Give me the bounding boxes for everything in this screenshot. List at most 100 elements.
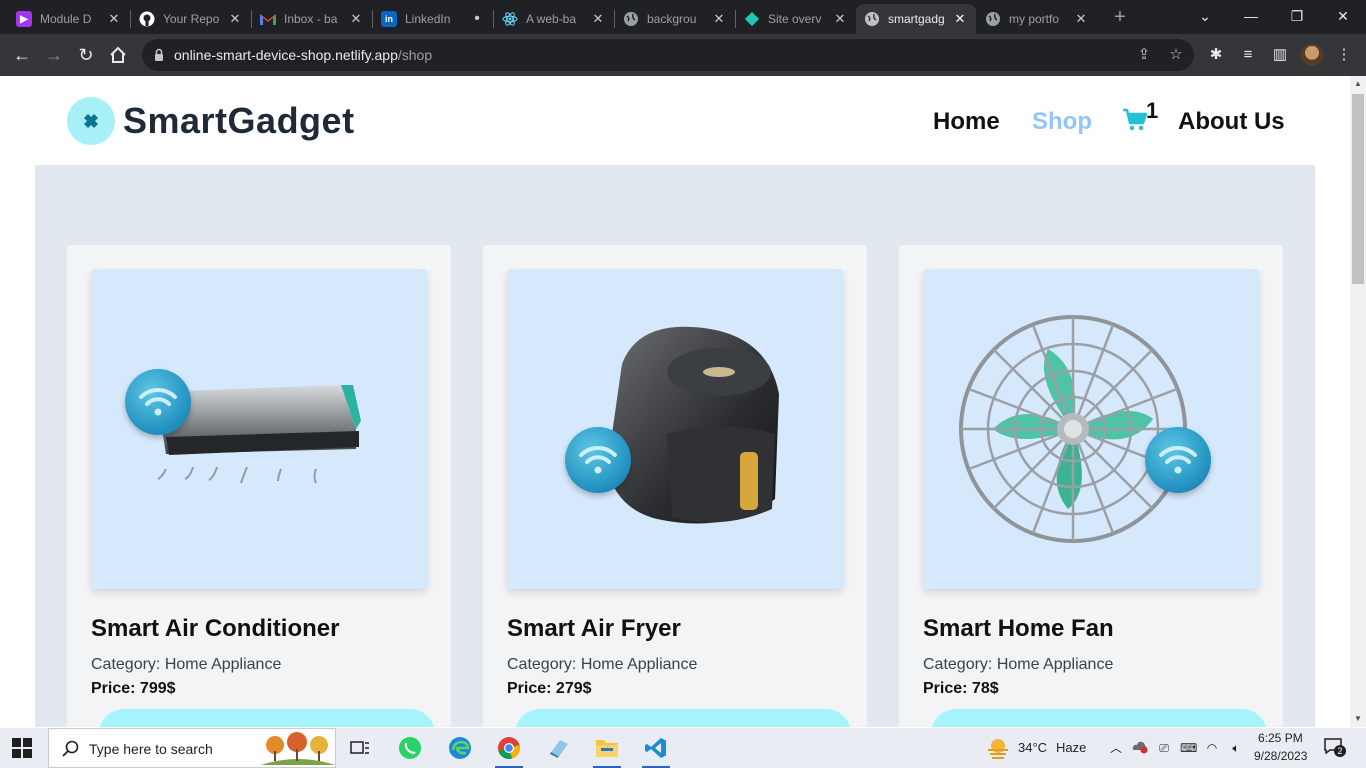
share-icon[interactable]: ⇪ (1134, 46, 1154, 64)
bookmark-star-icon[interactable]: ☆ (1166, 46, 1186, 64)
add-to-cart-button[interactable] (515, 709, 851, 727)
profile-avatar[interactable] (1301, 44, 1323, 66)
logo-icon[interactable] (67, 97, 115, 145)
browser-tab-active[interactable]: smartgadg ✕ (856, 4, 976, 34)
brand-name[interactable]: SmartGadget (123, 100, 355, 142)
search-icon (62, 740, 79, 757)
task-view-icon[interactable] (340, 732, 380, 764)
home-icon[interactable] (104, 41, 132, 69)
clock-time[interactable]: 6:25 PM (1258, 731, 1303, 745)
wifi-network-icon[interactable]: ◠ (1204, 740, 1220, 756)
weather-haze-icon[interactable] (986, 737, 1010, 759)
weather-text[interactable]: Haze (1056, 740, 1086, 755)
add-to-cart-button[interactable] (931, 709, 1267, 727)
fan-image (923, 269, 1259, 589)
scrollbar-thumb[interactable] (1352, 94, 1364, 284)
edge-icon[interactable] (440, 732, 480, 764)
whatsapp-icon[interactable] (390, 732, 430, 764)
chevron-up-icon[interactable]: ︿ (1108, 740, 1124, 756)
close-icon[interactable]: ✕ (711, 11, 727, 27)
weather-temp[interactable]: 34°C (1018, 740, 1047, 755)
close-icon[interactable]: ✕ (227, 11, 243, 27)
reload-button[interactable]: ↻ (72, 41, 100, 69)
category-value: Home Appliance (580, 656, 698, 673)
meet-now-icon[interactable]: ⎚ (1156, 740, 1172, 756)
browser-tab[interactable]: in LinkedIn • (373, 4, 493, 34)
product-title: Smart Air Conditioner (91, 615, 340, 642)
product-category: Category: Home Appliance (91, 656, 281, 674)
close-icon[interactable]: ✕ (590, 11, 606, 27)
product-price: Price: 799$ (91, 680, 176, 698)
restore-button[interactable]: ❐ (1274, 0, 1320, 32)
search-placeholder: Type here to search (89, 741, 213, 757)
product-grid: Smart Air Conditioner Category: Home App… (35, 165, 1315, 727)
new-tab-button[interactable]: + (1108, 6, 1132, 30)
cart-icon[interactable] (1122, 108, 1148, 132)
nav-home[interactable]: Home (933, 108, 1000, 136)
cart-count-badge: 1 (1146, 98, 1159, 123)
page-scrollbar[interactable]: ▲ ▼ (1350, 76, 1366, 727)
media-control-icon[interactable]: ≡ (1238, 45, 1258, 65)
react-icon (502, 11, 518, 27)
price-label: Price: (923, 680, 968, 697)
extensions-icon[interactable]: ✱ (1206, 45, 1226, 65)
chrome-icon[interactable] (489, 732, 529, 768)
add-to-cart-button[interactable] (99, 709, 435, 727)
product-price: Price: 78$ (923, 680, 999, 698)
tab-label: LinkedIn (405, 12, 451, 26)
speaker-icon[interactable]: 🔈︎ (1228, 740, 1244, 756)
price-value: 279$ (555, 680, 592, 697)
browser-tab[interactable]: Inbox - ba ✕ (252, 4, 372, 34)
close-icon[interactable]: ✕ (1073, 11, 1089, 27)
browser-tab[interactable]: backgrou ✕ (615, 4, 735, 34)
github-icon (139, 11, 155, 27)
back-button[interactable]: ← (8, 41, 36, 69)
browser-tab[interactable]: A web-ba ✕ (494, 4, 614, 34)
nav-about[interactable]: About Us (1178, 108, 1285, 136)
side-panel-icon[interactable]: ▥ (1270, 45, 1290, 65)
tab-label: Inbox - ba (284, 12, 338, 26)
category-label: Category: (91, 656, 161, 673)
scroll-up-arrow-icon[interactable]: ▲ (1350, 76, 1366, 92)
close-icon[interactable]: ✕ (952, 11, 968, 27)
category-value: Home Appliance (996, 656, 1114, 673)
product-card: Smart Home Fan Category: Home Appliance … (899, 245, 1283, 727)
notification-center-icon[interactable]: 2 (1324, 738, 1346, 758)
input-method-icon[interactable]: ⌨ (1180, 740, 1197, 756)
url-path: /shop (397, 47, 433, 63)
gmail-icon (260, 11, 276, 27)
url-text: online-smart-device-shop.netlify.app/sho… (174, 47, 432, 63)
browser-tab-bar: ▶ Module D ✕ Your Repo ✕ Inbox - ba ✕ in… (0, 0, 1366, 34)
nav-shop[interactable]: Shop (1032, 108, 1092, 136)
taskbar-search-box[interactable]: Type here to search (48, 728, 336, 768)
notification-count-badge: 2 (1334, 745, 1346, 757)
close-window-button[interactable]: ✕ (1320, 0, 1366, 32)
notes-app-icon[interactable] (538, 732, 578, 764)
price-value: 799$ (139, 680, 176, 697)
menu-kebab-icon[interactable]: ⋮ (1334, 45, 1354, 65)
close-icon[interactable]: ✕ (832, 11, 848, 27)
category-label: Category: (507, 656, 577, 673)
scroll-down-arrow-icon[interactable]: ▼ (1350, 711, 1366, 727)
clock-date[interactable]: 9/28/2023 (1254, 749, 1307, 763)
linkedin-icon: in (381, 11, 397, 27)
address-bar[interactable]: online-smart-device-shop.netlify.app/sho… (142, 39, 1194, 71)
windows-start-icon[interactable] (12, 738, 32, 758)
minimize-button[interactable]: — (1228, 0, 1274, 32)
forward-button[interactable]: → (40, 41, 68, 69)
browser-tab[interactable]: Your Repo ✕ (131, 4, 251, 34)
browser-tab[interactable]: Site overv ✕ (736, 4, 856, 34)
browser-tab[interactable]: my portfo ✕ (977, 4, 1097, 34)
air-fryer-image (507, 269, 843, 589)
price-label: Price: (91, 680, 136, 697)
close-icon[interactable]: ✕ (106, 11, 122, 27)
close-icon[interactable]: ✕ (348, 11, 364, 27)
onedrive-error-icon[interactable] (1132, 740, 1148, 756)
category-value: Home Appliance (164, 656, 282, 673)
module-icon: ▶ (16, 11, 32, 27)
vscode-icon[interactable] (636, 732, 676, 768)
file-explorer-icon[interactable] (587, 732, 627, 768)
tab-search-icon[interactable]: ⌄ (1182, 0, 1228, 32)
browser-tab[interactable]: ▶ Module D ✕ (8, 4, 130, 34)
tab-label: A web-ba (526, 12, 577, 26)
